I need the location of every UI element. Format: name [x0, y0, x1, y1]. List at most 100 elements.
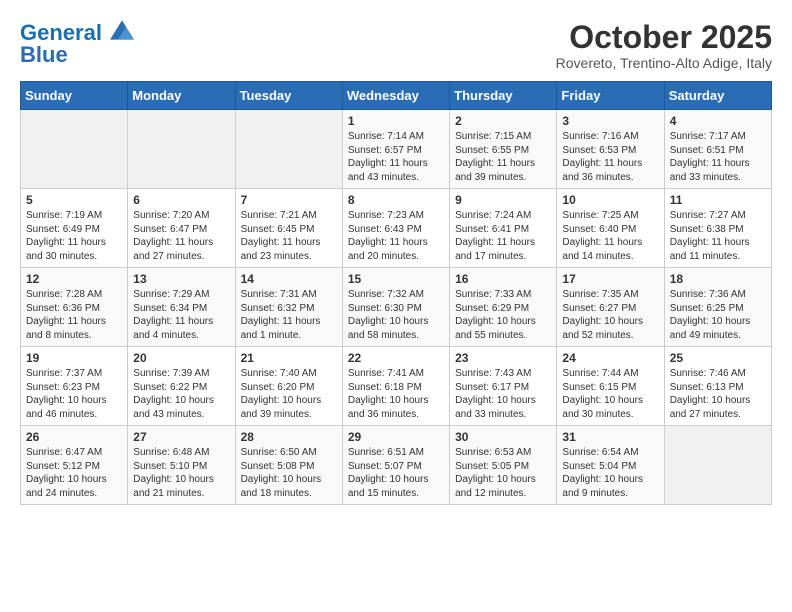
- month-title: October 2025: [556, 20, 772, 55]
- day-content: Sunrise: 7:21 AM Sunset: 6:45 PM Dayligh…: [241, 209, 337, 263]
- day-content: Sunrise: 7:23 AM Sunset: 6:43 PM Dayligh…: [348, 209, 444, 263]
- calendar-cell: 8Sunrise: 7:23 AM Sunset: 6:43 PM Daylig…: [342, 189, 449, 268]
- calendar-cell: 3 Sunrise: 7:16 AM Sunset: 6:53 PM Daylig…: [557, 110, 664, 189]
- day-number: 14: [241, 272, 337, 286]
- day-content: Sunrise: 7:40 AM Sunset: 6:20 PM Dayligh…: [241, 367, 337, 421]
- day-number: 19: [26, 351, 122, 365]
- calendar-cell: 29 Sunrise: 6:51 AM Sunset: 5:07 PM Dayli…: [342, 426, 449, 505]
- day-content: Sunrise: 7:39 AM Sunset: 6:22 PM Dayligh…: [133, 367, 229, 421]
- calendar-cell: 28 Sunrise: 6:50 AM Sunset: 5:08 PM Dayli…: [235, 426, 342, 505]
- day-content: Sunrise: 7:27 AM Sunset: 6:38 PM Dayligh…: [670, 209, 766, 263]
- day-number: 9: [455, 193, 551, 207]
- day-content: Sunrise: 7:37 AM Sunset: 6:23 PM Dayligh…: [26, 367, 122, 421]
- weekday-header: Monday: [128, 82, 235, 110]
- calendar-cell: 10Sunrise: 7:25 AM Sunset: 6:40 PM Dayli…: [557, 189, 664, 268]
- day-content: Sunrise: 6:47 AM Sunset: 5:12 PM Dayligh…: [26, 446, 122, 500]
- day-number: 1: [348, 114, 444, 128]
- day-number: 5: [26, 193, 122, 207]
- day-content: Sunrise: 7:16 AM Sunset: 6:53 PM Dayligh…: [562, 130, 658, 184]
- calendar-cell: [235, 110, 342, 189]
- calendar-week-row: 5 Sunrise: 7:19 AM Sunset: 6:49 PM Daylig…: [21, 189, 772, 268]
- day-content: Sunrise: 7:28 AM Sunset: 6:36 PM Dayligh…: [26, 288, 122, 342]
- calendar-cell: 15 Sunrise: 7:32 AM Sunset: 6:30 PM Dayli…: [342, 268, 449, 347]
- calendar-cell: [21, 110, 128, 189]
- day-number: 13: [133, 272, 229, 286]
- day-content: Sunrise: 7:43 AM Sunset: 6:17 PM Dayligh…: [455, 367, 551, 421]
- day-number: 6: [133, 193, 229, 207]
- day-content: Sunrise: 7:17 AM Sunset: 6:51 PM Dayligh…: [670, 130, 766, 184]
- day-number: 16: [455, 272, 551, 286]
- day-number: 24: [562, 351, 658, 365]
- day-number: 27: [133, 430, 229, 444]
- day-number: 2: [455, 114, 551, 128]
- calendar-cell: 18 Sunrise: 7:36 AM Sunset: 6:25 PM Dayli…: [664, 268, 771, 347]
- calendar-cell: 9Sunrise: 7:24 AM Sunset: 6:41 PM Daylig…: [450, 189, 557, 268]
- calendar-week-row: 26Sunrise: 6:47 AM Sunset: 5:12 PM Dayli…: [21, 426, 772, 505]
- day-content: Sunrise: 7:31 AM Sunset: 6:32 PM Dayligh…: [241, 288, 337, 342]
- title-area: October 2025 Rovereto, Trentino-Alto Adi…: [556, 20, 772, 71]
- day-number: 4: [670, 114, 766, 128]
- day-number: 7: [241, 193, 337, 207]
- day-content: Sunrise: 6:50 AM Sunset: 5:08 PM Dayligh…: [241, 446, 337, 500]
- calendar-week-row: 1Sunrise: 7:14 AM Sunset: 6:57 PM Daylig…: [21, 110, 772, 189]
- day-content: Sunrise: 7:36 AM Sunset: 6:25 PM Dayligh…: [670, 288, 766, 342]
- day-number: 22: [348, 351, 444, 365]
- weekday-header: Sunday: [21, 82, 128, 110]
- calendar-cell: 1Sunrise: 7:14 AM Sunset: 6:57 PM Daylig…: [342, 110, 449, 189]
- location: Rovereto, Trentino-Alto Adige, Italy: [556, 55, 772, 71]
- header: General Blue October 2025 Rovereto, Tren…: [20, 20, 772, 71]
- day-content: Sunrise: 6:51 AM Sunset: 5:07 PM Dayligh…: [348, 446, 444, 500]
- day-content: Sunrise: 7:32 AM Sunset: 6:30 PM Dayligh…: [348, 288, 444, 342]
- day-content: Sunrise: 6:53 AM Sunset: 5:05 PM Dayligh…: [455, 446, 551, 500]
- day-number: 3: [562, 114, 658, 128]
- calendar-cell: 20 Sunrise: 7:39 AM Sunset: 6:22 PM Dayli…: [128, 347, 235, 426]
- day-number: 11: [670, 193, 766, 207]
- day-number: 30: [455, 430, 551, 444]
- day-number: 21: [241, 351, 337, 365]
- day-number: 23: [455, 351, 551, 365]
- calendar-cell: 12 Sunrise: 7:28 AM Sunset: 6:36 PM Dayli…: [21, 268, 128, 347]
- logo-icon: [110, 20, 134, 40]
- day-number: 28: [241, 430, 337, 444]
- day-content: Sunrise: 6:54 AM Sunset: 5:04 PM Dayligh…: [562, 446, 658, 500]
- day-content: Sunrise: 7:20 AM Sunset: 6:47 PM Dayligh…: [133, 209, 229, 263]
- calendar-cell: 25Sunrise: 7:46 AM Sunset: 6:13 PM Dayli…: [664, 347, 771, 426]
- logo-blue-text: Blue: [20, 44, 134, 66]
- calendar-cell: [664, 426, 771, 505]
- weekday-header: Wednesday: [342, 82, 449, 110]
- day-number: 29: [348, 430, 444, 444]
- day-number: 20: [133, 351, 229, 365]
- day-number: 17: [562, 272, 658, 286]
- day-content: Sunrise: 7:19 AM Sunset: 6:49 PM Dayligh…: [26, 209, 122, 263]
- calendar-cell: 26Sunrise: 6:47 AM Sunset: 5:12 PM Dayli…: [21, 426, 128, 505]
- calendar-cell: 5 Sunrise: 7:19 AM Sunset: 6:49 PM Daylig…: [21, 189, 128, 268]
- calendar-cell: 4 Sunrise: 7:17 AM Sunset: 6:51 PM Daylig…: [664, 110, 771, 189]
- calendar-cell: 22Sunrise: 7:41 AM Sunset: 6:18 PM Dayli…: [342, 347, 449, 426]
- day-content: Sunrise: 7:29 AM Sunset: 6:34 PM Dayligh…: [133, 288, 229, 342]
- calendar-cell: 27 Sunrise: 6:48 AM Sunset: 5:10 PM Dayli…: [128, 426, 235, 505]
- weekday-header: Thursday: [450, 82, 557, 110]
- day-number: 18: [670, 272, 766, 286]
- day-content: Sunrise: 7:35 AM Sunset: 6:27 PM Dayligh…: [562, 288, 658, 342]
- weekday-header: Tuesday: [235, 82, 342, 110]
- calendar-cell: [128, 110, 235, 189]
- calendar-cell: 16 Sunrise: 7:33 AM Sunset: 6:29 PM Dayli…: [450, 268, 557, 347]
- calendar-cell: 14 Sunrise: 7:31 AM Sunset: 6:32 PM Dayli…: [235, 268, 342, 347]
- weekday-header: Saturday: [664, 82, 771, 110]
- calendar: SundayMondayTuesdayWednesdayThursdayFrid…: [20, 81, 772, 505]
- calendar-cell: 24 Sunrise: 7:44 AM Sunset: 6:15 PM Dayli…: [557, 347, 664, 426]
- calendar-cell: 21 Sunrise: 7:40 AM Sunset: 6:20 PM Dayli…: [235, 347, 342, 426]
- day-number: 15: [348, 272, 444, 286]
- day-number: 25: [670, 351, 766, 365]
- day-content: Sunrise: 7:33 AM Sunset: 6:29 PM Dayligh…: [455, 288, 551, 342]
- calendar-cell: 31Sunrise: 6:54 AM Sunset: 5:04 PM Dayli…: [557, 426, 664, 505]
- logo: General Blue: [20, 20, 134, 66]
- day-content: Sunrise: 6:48 AM Sunset: 5:10 PM Dayligh…: [133, 446, 229, 500]
- day-number: 12: [26, 272, 122, 286]
- calendar-cell: 17 Sunrise: 7:35 AM Sunset: 6:27 PM Dayli…: [557, 268, 664, 347]
- calendar-week-row: 19 Sunrise: 7:37 AM Sunset: 6:23 PM Dayli…: [21, 347, 772, 426]
- calendar-week-row: 12 Sunrise: 7:28 AM Sunset: 6:36 PM Dayli…: [21, 268, 772, 347]
- logo-text: General: [20, 20, 134, 44]
- calendar-cell: 19 Sunrise: 7:37 AM Sunset: 6:23 PM Dayli…: [21, 347, 128, 426]
- day-content: Sunrise: 7:44 AM Sunset: 6:15 PM Dayligh…: [562, 367, 658, 421]
